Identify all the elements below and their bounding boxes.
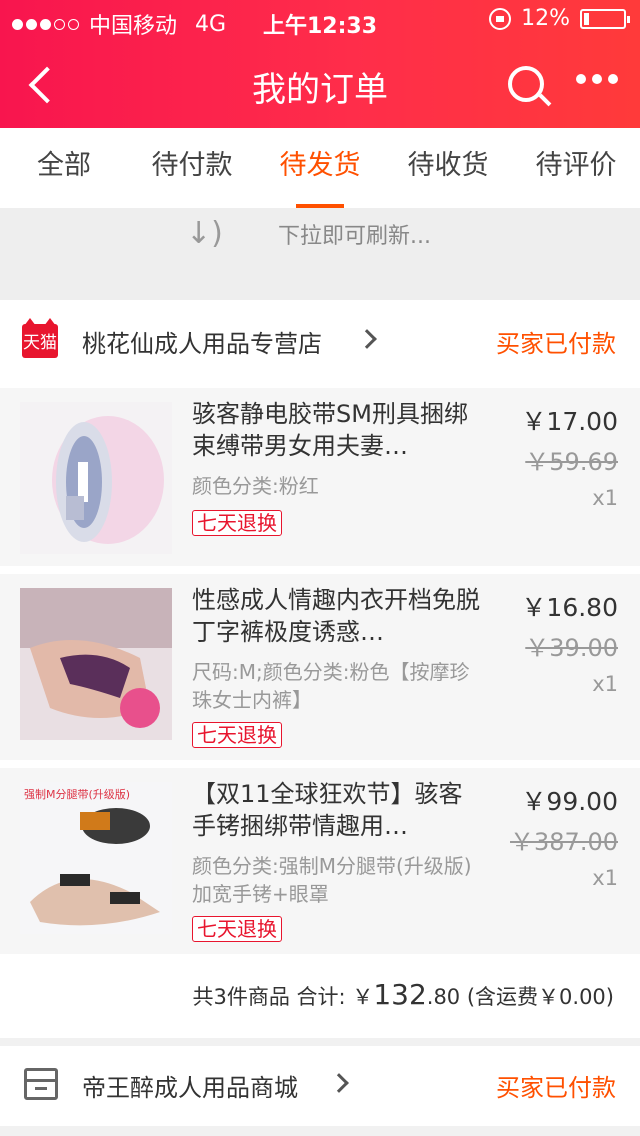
- battery-percent: 12%: [521, 6, 570, 31]
- return-policy-badge: 七天退换: [192, 916, 282, 942]
- product-spec: 颜色分类:强制M分腿带(升级版)加宽手铐+眼罩: [192, 854, 472, 906]
- store-icon: [24, 1068, 58, 1100]
- product-name[interactable]: 骇客静电胶带SM刑具捆绑束缚带男女用夫妻…: [192, 398, 482, 462]
- tab-pending-review[interactable]: 待评价: [512, 128, 640, 208]
- tab-all[interactable]: 全部: [0, 128, 128, 208]
- pull-to-refresh: ↓) 下拉即可刷新...: [0, 208, 640, 300]
- original-price: ￥387.00: [510, 828, 618, 856]
- tab-pending-shipment[interactable]: 待发货: [256, 128, 384, 208]
- product-thumbnail-restraints[interactable]: 强制M分腿带(升级版): [20, 782, 172, 934]
- product-price: ￥16.80: [521, 593, 618, 622]
- product-spec: 颜色分类:粉红: [192, 474, 319, 498]
- return-policy-badge: 七天退换: [192, 510, 282, 536]
- product-spec: 尺码:M;颜色分类:粉色【按摩珍珠女士内裤】: [192, 660, 470, 712]
- tmall-icon: 天猫: [22, 318, 58, 358]
- shop-name[interactable]: 桃花仙成人用品专营店: [82, 324, 322, 359]
- order-item[interactable]: 性感成人情趣内衣开档免脱丁字裤极度诱惑… 尺码:M;颜色分类:粉色【按摩珍珠女士…: [0, 566, 640, 760]
- tab-pending-payment[interactable]: 待付款: [128, 128, 256, 208]
- order-tabs: 全部 待付款 待发货 待收货 待评价: [0, 128, 640, 208]
- order-card: 天猫 桃花仙成人用品专营店 买家已付款 骇客静电胶带SM刑具捆绑束缚带男女用夫妻…: [0, 300, 640, 1038]
- shop-header[interactable]: 帝王醉成人用品商城 买家已付款: [0, 1046, 640, 1126]
- shop-name[interactable]: 帝王醉成人用品商城: [82, 1068, 298, 1103]
- return-policy-badge: 七天退换: [192, 722, 282, 748]
- summary-shipping: (含运费￥0.00): [460, 985, 614, 1009]
- product-name[interactable]: 性感成人情趣内衣开档免脱丁字裤极度诱惑…: [192, 584, 482, 648]
- product-name[interactable]: 【双11全球狂欢节】骇客手铐捆绑带情趣用…: [192, 778, 482, 842]
- refresh-text: 下拉即可刷新...: [278, 224, 431, 249]
- header: 中国移动 4G 上午12:33 12% 我的订单: [0, 0, 640, 128]
- thumbnail-label: 强制M分腿带(升级版): [24, 787, 130, 801]
- product-price: ￥17.00: [521, 407, 618, 436]
- quantity: x1: [592, 866, 618, 890]
- refresh-arrow-icon: ↓): [186, 216, 223, 251]
- product-price: ￥99.00: [521, 787, 618, 816]
- summary-prefix: 共3件商品 合计: ￥: [192, 985, 374, 1009]
- quantity: x1: [592, 486, 618, 510]
- more-icon[interactable]: [576, 74, 618, 84]
- chevron-right-icon: [329, 1073, 349, 1093]
- original-price: ￥59.69: [525, 448, 618, 476]
- order-item[interactable]: 骇客静电胶带SM刑具捆绑束缚带男女用夫妻… 颜色分类:粉红 七天退换 ￥17.0…: [0, 380, 640, 566]
- quantity: x1: [592, 672, 618, 696]
- rotation-lock-icon: [489, 7, 512, 30]
- chevron-right-icon: [357, 329, 377, 349]
- shop-header[interactable]: 天猫 桃花仙成人用品专营店 买家已付款: [0, 300, 640, 380]
- order-item[interactable]: 强制M分腿带(升级版) 【双11全球狂欢节】骇客手铐捆绑带情趣用… 颜色分类:强…: [0, 760, 640, 954]
- status-bar: 中国移动 4G 上午12:33 12%: [0, 0, 640, 40]
- product-thumbnail-tape[interactable]: [20, 402, 172, 554]
- summary-total-decimal: .80: [426, 985, 461, 1009]
- tab-pending-receipt[interactable]: 待收货: [384, 128, 512, 208]
- order-status: 买家已付款: [496, 330, 616, 358]
- battery-icon: [580, 8, 630, 29]
- search-icon[interactable]: [506, 64, 552, 108]
- nav-bar: 我的订单: [0, 40, 640, 128]
- original-price: ￥39.00: [525, 634, 618, 662]
- order-status: 买家已付款: [496, 1074, 616, 1102]
- product-thumbnail-underwear[interactable]: [20, 588, 172, 740]
- order-summary: 共3件商品 合计: ￥132.80 (含运费￥0.00): [0, 954, 640, 1038]
- summary-total-integer: 132: [373, 978, 427, 1011]
